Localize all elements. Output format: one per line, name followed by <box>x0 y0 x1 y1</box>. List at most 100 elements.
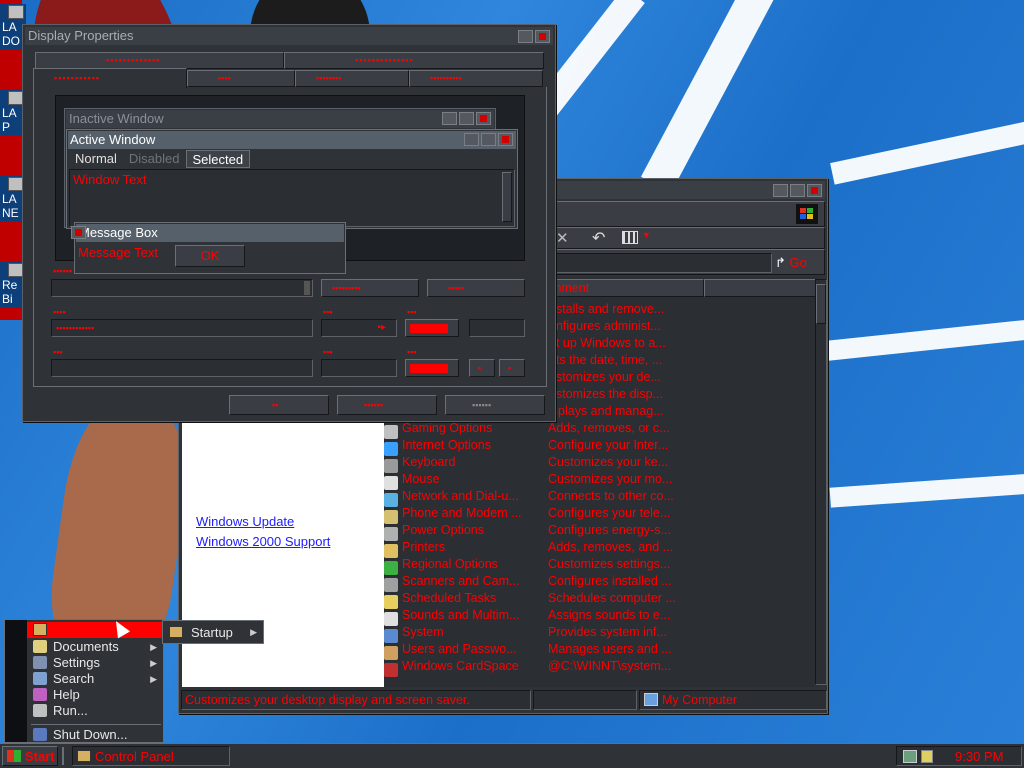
list-item[interactable]: Users and Passwo... Manages users and ... <box>384 641 698 660</box>
ok-button[interactable]: ▪▪ <box>229 395 329 415</box>
help-button[interactable] <box>518 30 533 43</box>
column-header-comment[interactable]: omment <box>539 279 704 297</box>
applet-comment: Manages users and ... <box>548 642 672 656</box>
save-as-button[interactable]: ▪▪▪▪▪▪▪▪▪ <box>321 279 419 297</box>
list-item[interactable]: Printers Adds, removes, and ... <box>384 539 698 558</box>
font-dropdown[interactable] <box>51 359 313 377</box>
link-windows-update[interactable]: Windows Update <box>196 514 294 529</box>
list-item[interactable]: Windows CardSpace @C:\WINNT\system... <box>384 658 698 677</box>
applet-comment: ustomizes your de... <box>549 370 661 384</box>
menu-item-icon <box>33 640 47 653</box>
list-item[interactable]: nstalls and remove... <box>549 301 699 318</box>
apply-button[interactable]: ▪▪▪▪▪▪ <box>445 395 545 415</box>
list-item[interactable]: Mouse Customizes your mo... <box>384 471 698 490</box>
programs-submenu: Startup ▶ <box>162 620 264 644</box>
tab-effects[interactable]: ▪▪▪▪▪▪▪▪ <box>295 70 409 87</box>
network-tray-icon[interactable] <box>903 750 917 763</box>
list-item[interactable]: Scheduled Tasks Schedules computer ... <box>384 590 698 609</box>
list-item[interactable]: Power Options Configures energy-s... <box>384 522 698 541</box>
scheme-dropdown[interactable] <box>51 279 313 297</box>
list-item[interactable]: Scanners and Cam... Configures installed … <box>384 573 698 592</box>
list-item[interactable]: Regional Options Customizes settings... <box>384 556 698 575</box>
applet-name: Users and Passwo... <box>402 642 517 656</box>
programs-icon <box>33 623 47 636</box>
font-color-picker[interactable] <box>405 359 459 377</box>
taskbar-button-control-panel[interactable]: Control Panel <box>72 746 230 766</box>
clock[interactable]: 9:30 PM <box>955 749 1003 764</box>
go-button[interactable]: ↱ Go <box>775 255 807 271</box>
list-item[interactable]: Phone and Modem ... Configures your tele.… <box>384 505 698 524</box>
maximize-button[interactable] <box>790 184 805 197</box>
tab-background[interactable]: ▪▪▪▪▪▪▪▪▪▪▪▪▪ <box>35 52 284 69</box>
applet-name: Regional Options <box>402 557 498 571</box>
scrollbar-thumb[interactable] <box>816 284 826 324</box>
font-size-dropdown[interactable] <box>321 359 397 377</box>
preview-active-window: Active Window Normal Disabled Selected W… <box>66 129 518 229</box>
chevron-right-icon: ▶ <box>150 658 157 668</box>
cancel-button[interactable]: ▪▪▪▪▪▪ <box>337 395 437 415</box>
link-windows-2000-support[interactable]: Windows 2000 Support <box>196 534 330 549</box>
applet-comment: Configures installed ... <box>548 574 672 588</box>
applet-comment: et up Windows to a... <box>549 336 666 350</box>
delete-scheme-button[interactable]: ▪▪▪▪▪ <box>427 279 525 297</box>
delete-icon[interactable]: ✕ <box>556 229 569 247</box>
item-color-picker[interactable] <box>405 319 459 337</box>
start-menu-item-search[interactable]: Search ▶ <box>27 671 163 687</box>
start-button[interactable]: Start <box>2 746 58 766</box>
list-item[interactable]: isplays and manag... <box>549 403 699 420</box>
column-header-extra[interactable] <box>704 279 818 297</box>
applet-name: Sounds and Multim... <box>402 608 520 622</box>
start-menu-item-documents[interactable]: Documents ▶ <box>27 639 163 655</box>
list-item[interactable]: onfigures administ... <box>549 318 699 335</box>
scheme-label: ▪▪▪▪▪▪ <box>53 266 73 276</box>
list-item[interactable]: Network and Dial-u... Connects to other c… <box>384 488 698 507</box>
list-item[interactable]: System Provides system inf... <box>384 624 698 643</box>
list-item[interactable]: Internet Options Configure your Inter... <box>384 437 698 456</box>
tab-screen-saver[interactable]: ▪▪▪▪▪▪▪▪▪▪▪▪▪▪ <box>284 52 544 69</box>
tab-settings[interactable]: ▪▪▪▪▪▪▪▪▪▪ <box>409 70 543 87</box>
tab-label-garbled: ▪▪▪▪▪▪▪▪▪▪ <box>430 73 462 83</box>
tab-appearance[interactable]: ▪▪▪▪▪▪▪▪▪▪▪ <box>33 68 187 88</box>
undo-icon[interactable]: ↶ <box>592 228 605 248</box>
views-icon[interactable] <box>622 231 638 244</box>
item-size-spinner[interactable]: ▪▸ <box>321 319 397 337</box>
preview-message-box: Message Box Message Text OK <box>71 222 346 274</box>
list-item[interactable]: ustomizes your de... <box>549 369 699 386</box>
list-item[interactable]: Sounds and Multim... Assigns sounds to e.… <box>384 607 698 626</box>
list-item[interactable]: Gaming Options Adds, removes, or c... <box>384 420 698 439</box>
start-menu-item-shut-down[interactable]: Shut Down... <box>27 727 163 743</box>
status-text: Customizes your desktop display and scre… <box>181 690 531 710</box>
bold-button[interactable]: ▪ <box>469 359 495 377</box>
color2-picker[interactable] <box>469 319 525 337</box>
tab-web[interactable]: ▪▪▪▪ <box>187 70 295 87</box>
preview-area[interactable]: Inactive Window Active Window Normal Dis… <box>55 95 525 274</box>
status-bar: Customizes your desktop display and scre… <box>181 689 827 711</box>
list-item[interactable]: Keyboard Customizes your ke... <box>384 454 698 473</box>
menu-item-icon <box>33 728 47 741</box>
list-item[interactable]: ets the date, time, ... <box>549 352 699 369</box>
display-properties-titlebar[interactable]: Display Properties <box>25 27 553 45</box>
inactive-window-title: Inactive Window <box>66 110 494 128</box>
chevron-right-icon: ▶ <box>250 627 257 637</box>
start-menu-item-run[interactable]: Run... <box>27 703 163 719</box>
list-item[interactable]: et up Windows to a... <box>549 335 699 352</box>
list-item[interactable]: ustomizes the disp... <box>549 386 699 403</box>
start-menu-item-settings[interactable]: Settings ▶ <box>27 655 163 671</box>
close-button[interactable] <box>807 184 822 197</box>
chevron-down-icon[interactable]: ▼ <box>642 230 651 240</box>
applet-comment: Configures energy-s... <box>548 523 671 537</box>
applet-comment: nstalls and remove... <box>549 302 665 316</box>
go-arrow-icon: ↱ <box>775 255 786 270</box>
submenu-item-startup[interactable]: Startup ▶ <box>165 624 261 641</box>
applet-comment: onfigures administ... <box>549 319 661 333</box>
italic-button[interactable]: ▪ <box>499 359 525 377</box>
start-menu-item-help[interactable]: Help <box>27 687 163 703</box>
applet-name: Network and Dial-u... <box>402 489 519 503</box>
close-button[interactable] <box>535 30 550 43</box>
item-dropdown[interactable]: ▪▪▪▪▪▪▪▪▪▪▪▪ <box>51 319 313 337</box>
start-menu-item-programs[interactable] <box>27 622 163 638</box>
minimize-button[interactable] <box>773 184 788 197</box>
scrollbar[interactable] <box>815 279 827 685</box>
folder-icon <box>169 626 183 638</box>
volume-tray-icon[interactable] <box>921 750 933 763</box>
